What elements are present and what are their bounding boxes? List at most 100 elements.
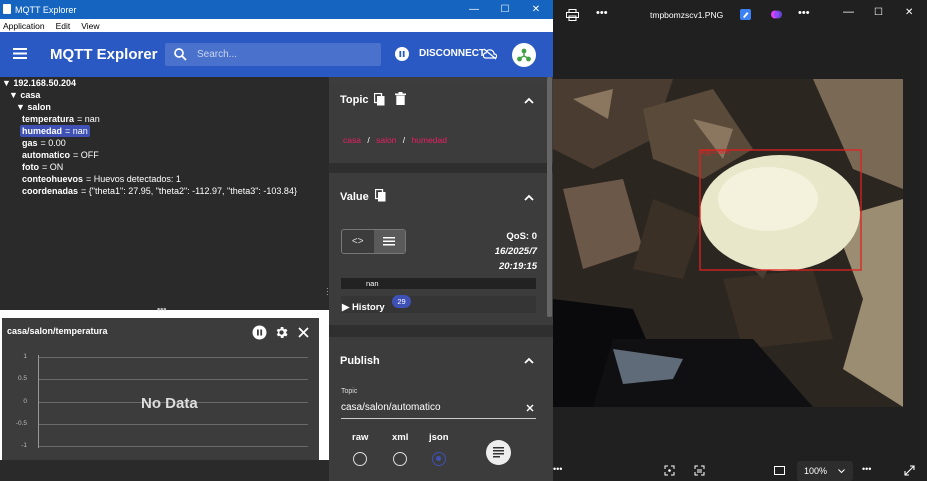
collapse-publish-icon[interactable] [524,357,534,364]
search-input[interactable]: Search... [197,49,237,60]
scan-text-icon[interactable] [694,465,705,476]
history-toggle[interactable]: ▶ History [342,302,385,313]
tree-leaf-conteohuevos[interactable]: conteohuevos = Huevos detectados: 1 [22,173,181,185]
resize-handle-horizontal[interactable]: ••• [157,304,166,314]
maximize-button[interactable]: ☐ [490,0,520,19]
scrollbar[interactable] [547,77,552,317]
format-json-radio[interactable] [432,452,446,466]
code-icon: <> [351,236,364,247]
topic-section: Topic casa / salon / humedad [329,83,553,163]
more-options-icon[interactable]: ••• [798,7,810,19]
format-message-button[interactable] [486,440,511,465]
collapse-value-icon[interactable] [524,194,534,201]
edit-image-icon[interactable] [740,9,751,20]
publish-topic-value: casa/salon/automatico [341,402,441,413]
bottom-strip [0,460,329,481]
menu-application[interactable]: Application [3,21,45,31]
crop-icon[interactable] [664,465,675,476]
format-json-label: json [429,432,449,443]
zoom-level: 100% [804,466,828,476]
divider [329,163,553,173]
chart-gridline [38,446,308,447]
menu-view[interactable]: View [81,21,99,31]
app-icon [3,4,11,14]
delete-icon[interactable] [395,92,406,105]
detail-panel: Topic casa / salon / humedad Value <> Qo… [329,77,553,481]
tree-leaf-value: nan [84,114,100,124]
tree-leaf-key: humedad [22,126,63,136]
chart-gridline [38,424,308,425]
clear-topic-icon[interactable] [526,404,534,412]
tree-node-casa[interactable]: ▼ casa [9,89,40,101]
disconnect-button[interactable]: DISCONNECT [419,48,485,59]
tree-leaf-equals: = [77,114,85,124]
fullscreen-icon[interactable] [904,465,915,476]
more-options-icon[interactable]: ••• [553,464,562,474]
view-toggle: <> [341,229,406,254]
y-tick-label: 1 [23,353,27,360]
copy-topic-icon[interactable] [374,93,385,106]
history-count-badge: 29 [392,295,411,308]
search-box[interactable]: Search... [165,43,381,66]
menu-edit[interactable]: Edit [56,21,71,31]
format-xml-radio[interactable] [393,452,407,466]
code-view-button[interactable]: <> [342,230,374,253]
y-tick-label: -0.5 [15,420,27,427]
minimize-viewer-button[interactable]: — [843,6,854,18]
avatar[interactable] [512,43,536,67]
chevron-down-icon [838,469,845,474]
zoom-select[interactable]: 100% [797,461,853,481]
close-icon[interactable] [298,327,309,338]
window-title: MQTT Explorer [15,4,77,15]
publish-section: Publish Topic casa/salon/automatico raw … [329,337,553,481]
copy-value-icon[interactable] [375,189,386,202]
displayed-image[interactable]: egg 0.88% [553,79,903,407]
payload-box: nan [341,278,536,289]
detection-label: egg 0.88% [701,150,730,156]
breadcrumb-humedad[interactable]: humedad [412,135,447,145]
chart-gridline [38,379,308,380]
print-icon[interactable] [566,9,579,21]
breadcrumb-casa[interactable]: casa [343,135,361,145]
more-options-icon[interactable]: ••• [862,464,871,474]
collapse-topic-icon[interactable] [524,97,534,104]
close-window-button[interactable]: ✕ [521,0,551,19]
payload-value: nan [366,279,379,288]
tree-node-broker[interactable]: ▼ 192.168.50.204 [2,77,76,89]
breadcrumb-salon[interactable]: salon [376,135,396,145]
pause-icon[interactable] [395,47,409,61]
gear-icon[interactable] [274,325,289,340]
fit-to-window-icon[interactable] [774,466,785,475]
image-content [553,79,903,407]
chart-title: casa/salon/temperatura [7,326,108,336]
tree-leaf-gas[interactable]: gas = 0.00 [22,137,66,149]
mqtt-explorer-window: MQTT Explorer — ☐ ✕ Application Edit Vie… [0,0,553,481]
tree-leaf-humedad[interactable]: humedad = nan [20,125,90,137]
app-bar: MQTT Explorer Search... DISCONNECT [0,32,553,77]
maximize-viewer-button[interactable]: ☐ [874,7,883,18]
tree-leaf-foto[interactable]: foto = ON [22,161,63,173]
history-row[interactable]: ▶ History 29 [341,295,536,313]
tree-node-salon[interactable]: ▼ salon [16,101,51,113]
publish-topic-input[interactable]: casa/salon/automatico [341,399,536,419]
designer-icon[interactable] [771,9,782,20]
qos-label: QoS: 0 [506,231,537,242]
raw-view-button[interactable] [373,230,405,253]
tree-leaf-value: {"theta1": 27.95, "theta2": -112.97, "th… [88,186,297,196]
message-date: 16/2025/7 [494,246,537,257]
tree-leaf-coordenadas[interactable]: coordenadas = {"theta1": 27.95, "theta2":… [22,185,297,197]
tree-leaf-value: ON [49,162,64,172]
tree-leaf-temperatura[interactable]: temperatura = nan [22,113,100,125]
format-raw-radio[interactable] [353,452,367,466]
divider [329,325,553,337]
tree-leaf-automatico[interactable]: automatico = OFF [22,149,99,161]
breadcrumb-separator: / [367,135,370,145]
menu-icon[interactable] [13,48,27,59]
pause-chart-icon[interactable] [252,325,267,340]
more-options-icon[interactable]: ••• [596,7,608,19]
minimize-button[interactable]: — [459,0,489,19]
tree-leaf-equals: = [65,126,73,136]
close-viewer-button[interactable]: ✕ [905,7,913,18]
chart-gridline [38,357,308,358]
y-axis [38,355,39,448]
